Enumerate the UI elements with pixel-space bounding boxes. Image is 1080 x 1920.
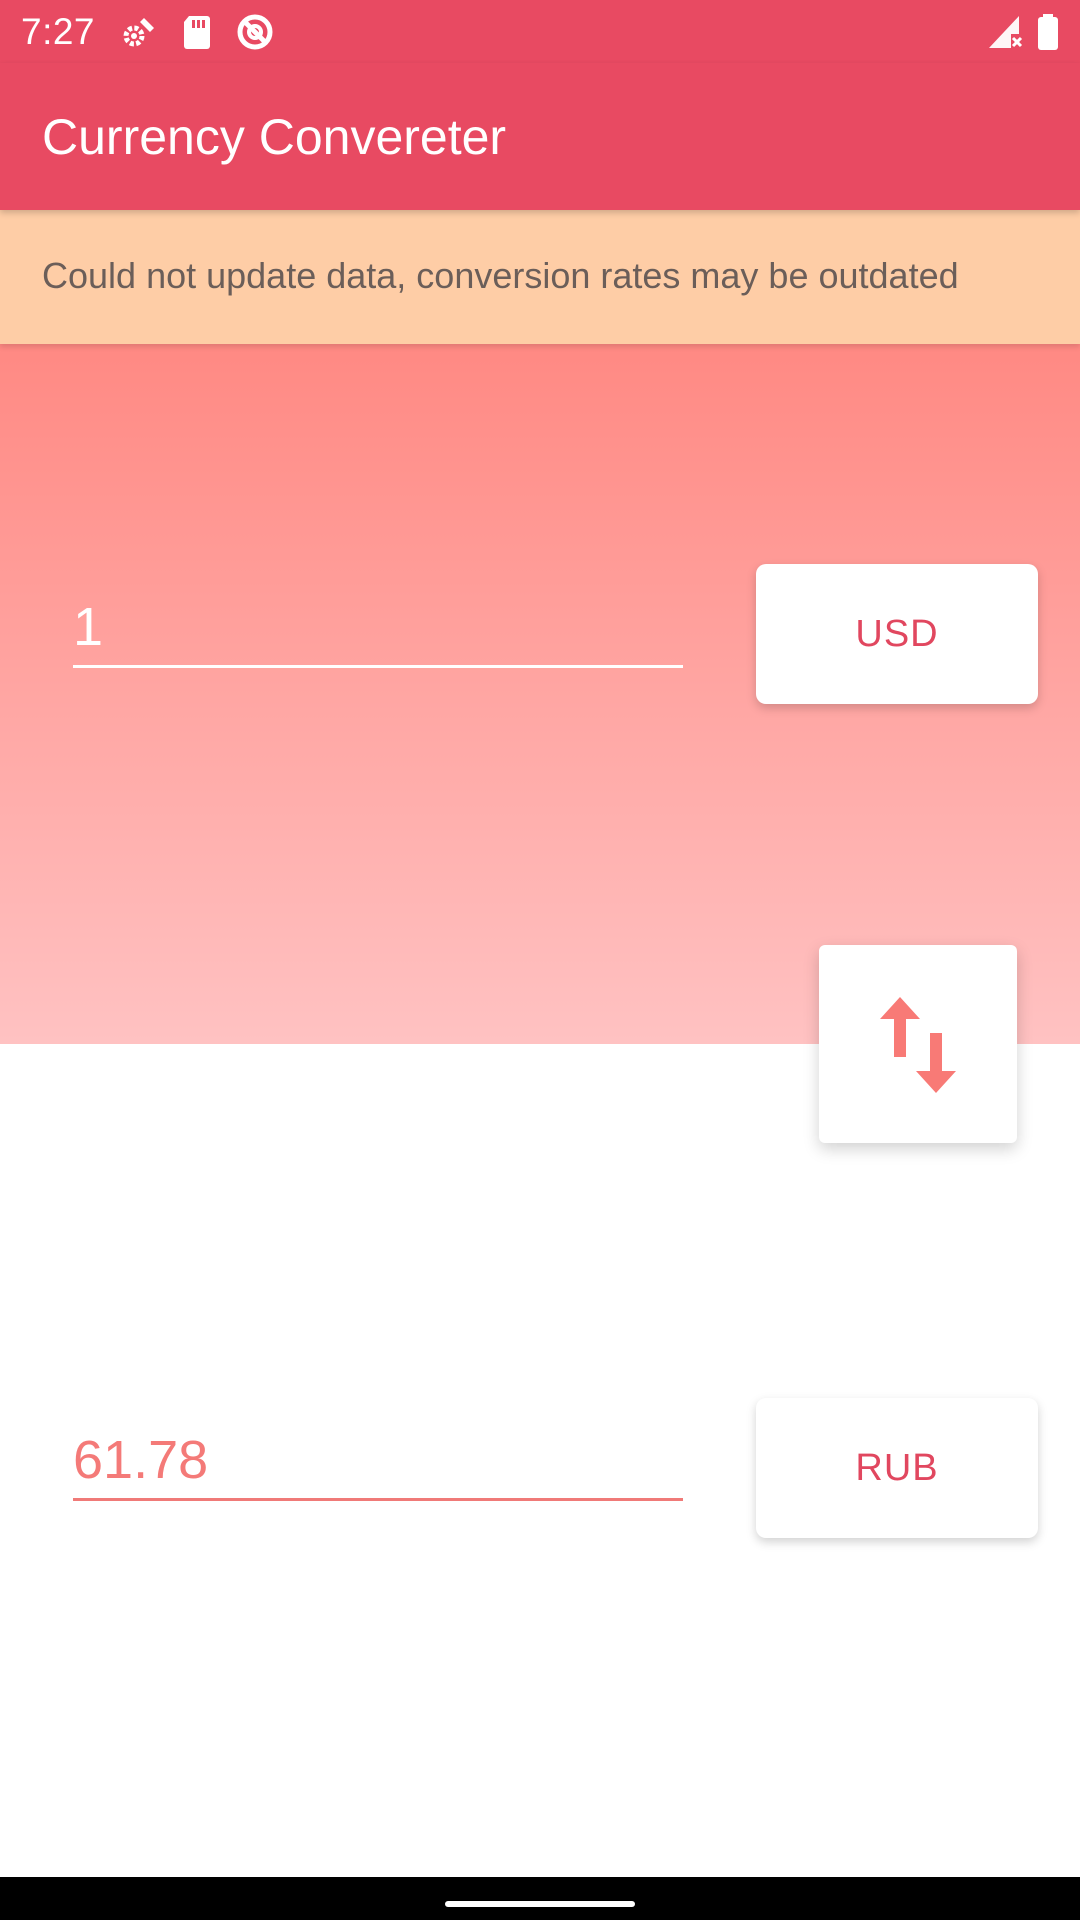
currency-converter-screen: 7:27 Currency Convereter Could not updat…	[0, 0, 1080, 1920]
app-title: Currency Convereter	[42, 109, 507, 165]
banner-message: Could not update data, conversion rates …	[42, 255, 959, 296]
from-amount-input[interactable]	[73, 588, 683, 668]
settings-sync-icon	[120, 12, 160, 52]
status-bar: 7:27	[0, 0, 1080, 63]
home-gesture-handle[interactable]	[445, 1901, 635, 1907]
navigation-bar	[0, 1877, 1080, 1920]
app-bar: Currency Convereter	[0, 63, 1080, 210]
to-currency-button[interactable]: RUB	[756, 1398, 1038, 1538]
battery-icon	[1028, 12, 1068, 52]
from-currency-button[interactable]: USD	[756, 564, 1038, 704]
to-amount-input[interactable]	[73, 1421, 683, 1501]
outdated-rates-banner: Could not update data, conversion rates …	[0, 210, 1080, 344]
no-sync-icon	[235, 12, 275, 52]
status-time: 7:27	[21, 11, 96, 52]
signal-no-service-icon	[985, 12, 1025, 52]
swap-vertical-icon	[880, 997, 956, 1093]
sd-card-icon	[177, 12, 217, 52]
swap-currencies-button[interactable]	[819, 945, 1017, 1143]
